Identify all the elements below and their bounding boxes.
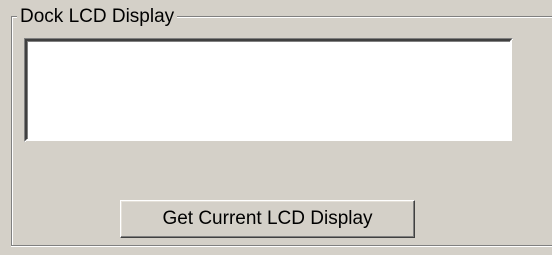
groupbox-bottom-edge	[11, 245, 552, 247]
get-current-lcd-display-button[interactable]: Get Current LCD Display	[120, 200, 415, 238]
dock-lcd-group-title: Dock LCD Display	[17, 6, 178, 28]
lcd-display-field[interactable]	[25, 39, 512, 141]
